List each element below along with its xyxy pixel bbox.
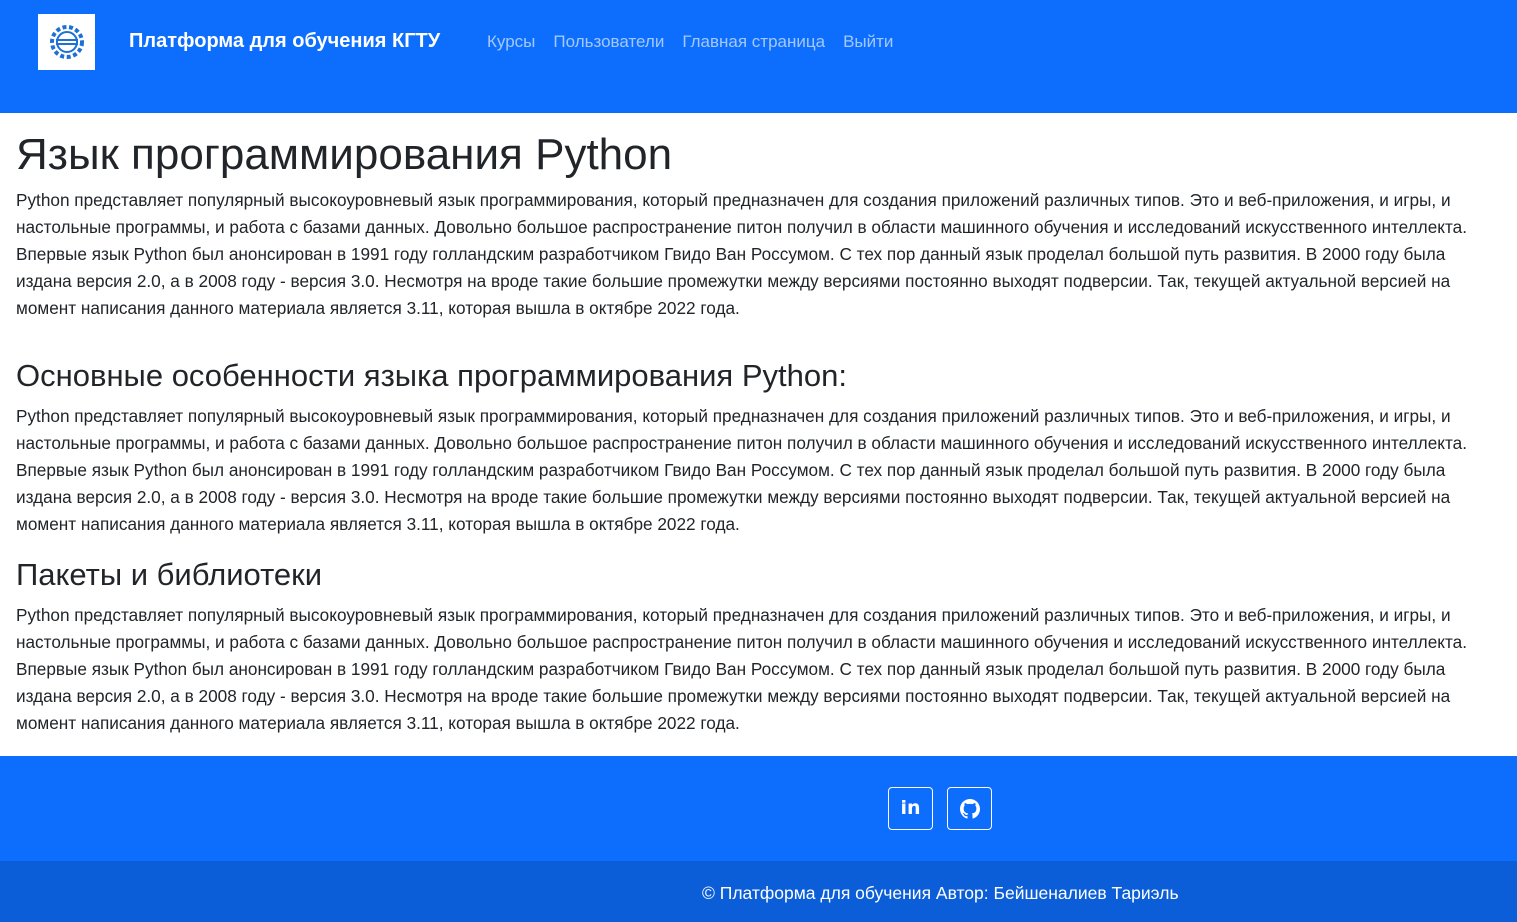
footer-social-bar: in	[0, 756, 1517, 861]
navbar: Платформа для обучения КГТУ Курсы Пользо…	[0, 0, 1517, 113]
linkedin-button[interactable]: in	[888, 787, 933, 830]
nav-links: Курсы Пользователи Главная страница Выйт…	[487, 29, 911, 55]
nav-link-courses[interactable]: Курсы	[487, 29, 535, 55]
footer-copyright-bar: © Платформа для обучения Автор: Бейшенал…	[0, 861, 1517, 922]
github-icon	[959, 798, 980, 819]
linkedin-icon: in	[900, 797, 921, 819]
section-paragraph-features: Python представляет популярный высокоуро…	[16, 406, 1467, 534]
copyright-text: © Платформа для обучения Автор: Бейшенал…	[702, 883, 1179, 903]
logo[interactable]	[38, 14, 95, 70]
section-title-features: Основные особенности языка программирова…	[16, 358, 847, 393]
page-title: Язык программирования Python	[16, 130, 673, 179]
nav-link-home[interactable]: Главная страница	[682, 29, 825, 55]
github-button[interactable]	[947, 787, 992, 830]
gear-logo-icon	[49, 25, 84, 59]
brand-link[interactable]: Платформа для обучения КГТУ	[129, 27, 440, 55]
nav-link-users[interactable]: Пользователи	[553, 29, 664, 55]
intro-paragraph: Python представляет популярный высокоуро…	[16, 190, 1467, 318]
section-title-packages: Пакеты и библиотеки	[16, 557, 323, 592]
nav-link-logout[interactable]: Выйти	[843, 29, 893, 55]
section-paragraph-packages: Python представляет популярный высокоуро…	[16, 605, 1467, 733]
